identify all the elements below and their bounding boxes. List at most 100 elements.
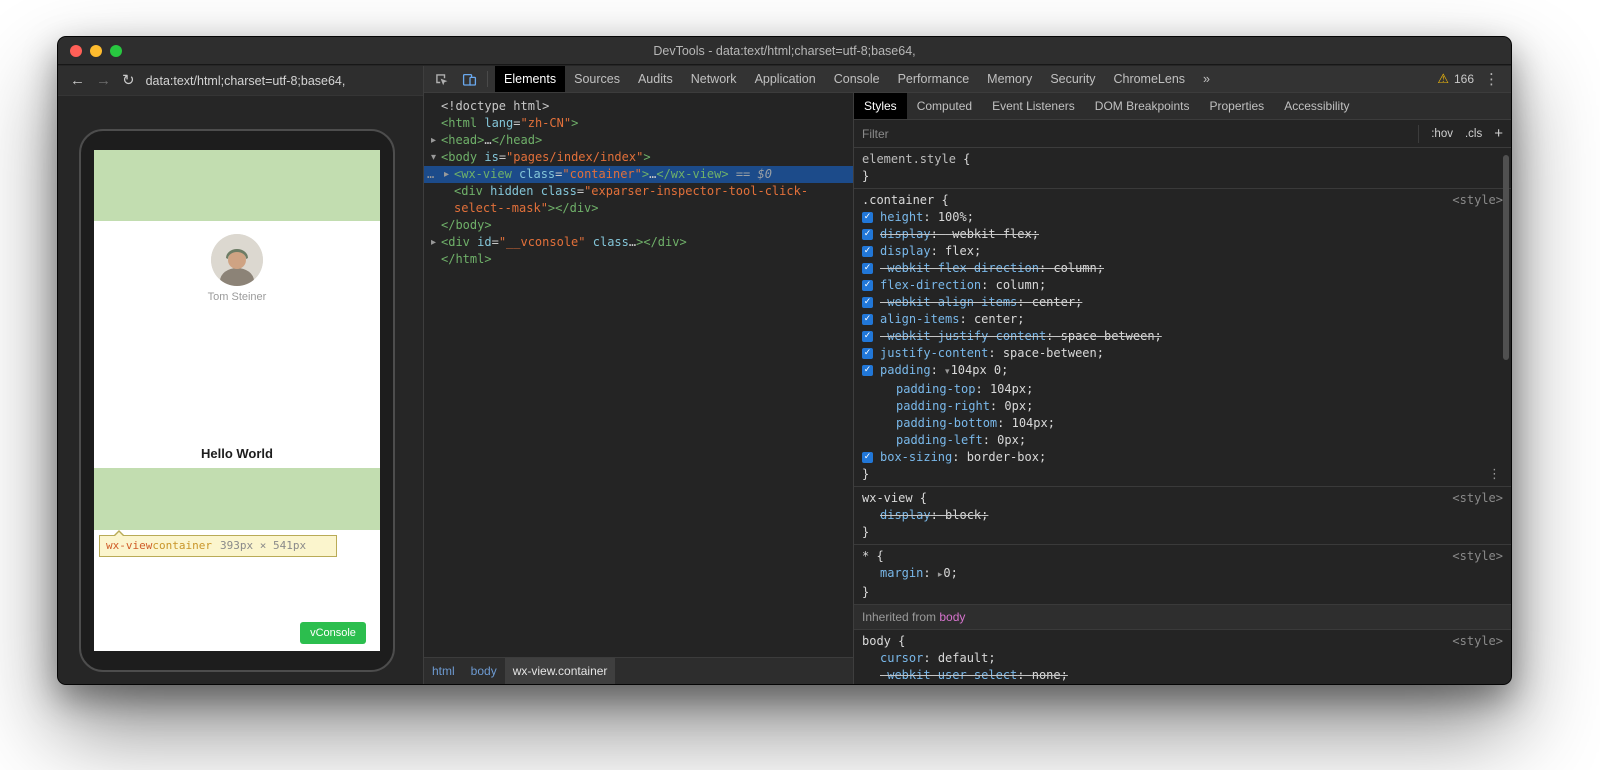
property-checkbox[interactable]: ✓ bbox=[862, 212, 873, 223]
dom-tree-node[interactable]: ▾<body is="pages/index/index"> bbox=[424, 149, 853, 166]
minimize-window-button[interactable] bbox=[90, 45, 102, 57]
style-origin-link[interactable]: <style> bbox=[1452, 634, 1503, 648]
dom-tree-node[interactable]: select--mask"></div> bbox=[424, 200, 853, 217]
property-checkbox[interactable]: ✓ bbox=[862, 229, 873, 240]
devtools-tab-chromelens[interactable]: ChromeLens bbox=[1104, 66, 1194, 92]
css-property[interactable]: ✓align-items: center; bbox=[854, 311, 1511, 328]
breadcrumb: htmlbodywx-view.container bbox=[424, 657, 853, 684]
css-property[interactable]: padding-bottom: 104px; bbox=[854, 415, 1511, 432]
tooltip-tag: wx-view bbox=[106, 539, 152, 552]
inspect-element-icon[interactable] bbox=[428, 66, 454, 93]
traffic-lights bbox=[70, 45, 122, 57]
element-classes-toggle[interactable]: .cls bbox=[1465, 128, 1482, 140]
css-property[interactable]: ✓box-sizing: border-box; bbox=[854, 449, 1511, 466]
dom-tree-node[interactable]: <html lang="zh-CN"> bbox=[424, 115, 853, 132]
devtools-tab-elements[interactable]: Elements bbox=[495, 66, 565, 92]
property-checkbox[interactable]: ✓ bbox=[862, 280, 873, 291]
dom-tree-node[interactable]: <!doctype html> bbox=[424, 98, 853, 115]
css-property[interactable]: ✓display: flex; bbox=[854, 243, 1511, 260]
styles-tab-event-listeners[interactable]: Event Listeners bbox=[982, 93, 1085, 119]
device-frame: Tom Steiner Hello World wx-viewcontainer… bbox=[79, 129, 395, 672]
devtools-tab-performance[interactable]: Performance bbox=[889, 66, 979, 92]
styles-filter-input[interactable]: Filter bbox=[862, 127, 1418, 141]
breadcrumb-item[interactable]: wx-view.container bbox=[505, 658, 616, 685]
style-rule: .container {<style>✓height: 100%;✓displa… bbox=[854, 189, 1511, 487]
styles-tab-computed[interactable]: Computed bbox=[907, 93, 982, 119]
css-property[interactable]: -webkit-user-select: none; bbox=[854, 667, 1511, 684]
close-window-button[interactable] bbox=[70, 45, 82, 57]
disclosure-arrow-icon[interactable]: ▸ bbox=[444, 166, 454, 183]
dom-tree-node[interactable]: </body> bbox=[424, 217, 853, 234]
dom-tree-node[interactable]: </html> bbox=[424, 251, 853, 268]
breadcrumb-item[interactable]: html bbox=[424, 658, 463, 685]
devtools-tab-audits[interactable]: Audits bbox=[629, 66, 682, 92]
css-property[interactable]: cursor: default; bbox=[854, 650, 1511, 667]
property-checkbox[interactable]: ✓ bbox=[862, 263, 873, 274]
devtools-tab-»[interactable]: » bbox=[1194, 66, 1219, 92]
css-property[interactable]: ✓-webkit-align-items: center; bbox=[854, 294, 1511, 311]
console-warning-badge[interactable]: ⚠ 166 bbox=[1437, 72, 1474, 87]
address-bar[interactable]: data:text/html;charset=utf-8;base64, bbox=[146, 74, 346, 88]
style-origin-link[interactable]: <style> bbox=[1452, 491, 1503, 505]
property-checkbox[interactable]: ✓ bbox=[862, 365, 873, 376]
css-property[interactable]: ✓-webkit-flex-direction: column; bbox=[854, 260, 1511, 277]
css-property[interactable]: padding-right: 0px; bbox=[854, 398, 1511, 415]
disclosure-arrow-icon[interactable]: ▾ bbox=[431, 149, 441, 166]
vconsole-button[interactable]: vConsole bbox=[300, 622, 366, 644]
styles-tab-accessibility[interactable]: Accessibility bbox=[1274, 93, 1359, 119]
devtools-tab-memory[interactable]: Memory bbox=[978, 66, 1041, 92]
back-icon[interactable]: ← bbox=[70, 66, 85, 96]
property-checkbox[interactable]: ✓ bbox=[862, 314, 873, 325]
css-property[interactable]: ✓padding: ▾104px 0; bbox=[854, 362, 1511, 381]
style-origin-link[interactable]: <style> bbox=[1452, 193, 1503, 207]
new-style-rule-icon[interactable]: + bbox=[1494, 125, 1503, 143]
devtools-tab-sources[interactable]: Sources bbox=[565, 66, 629, 92]
property-checkbox[interactable]: ✓ bbox=[862, 452, 873, 463]
property-checkbox[interactable]: ✓ bbox=[862, 348, 873, 359]
css-property[interactable]: padding-top: 104px; bbox=[854, 381, 1511, 398]
disclosure-arrow-icon[interactable]: ▸ bbox=[431, 234, 441, 251]
devtools-tab-security[interactable]: Security bbox=[1041, 66, 1104, 92]
disclosure-arrow-icon[interactable]: ▸ bbox=[431, 132, 441, 149]
inherited-from-header: Inherited from body bbox=[854, 605, 1511, 630]
devtools-window: DevTools - data:text/html;charset=utf-8;… bbox=[57, 36, 1512, 685]
dom-tree-node[interactable]: ▸<head>…</head> bbox=[424, 132, 853, 149]
dom-tree-node[interactable]: <div hidden class="exparser-inspector-to… bbox=[424, 183, 853, 200]
reload-icon[interactable]: ↻ bbox=[122, 66, 135, 96]
css-property[interactable]: display: block; bbox=[854, 507, 1511, 524]
devtools-tab-console[interactable]: Console bbox=[825, 66, 889, 92]
avatar bbox=[211, 234, 263, 286]
property-checkbox[interactable]: ✓ bbox=[862, 331, 873, 342]
property-checkbox[interactable]: ✓ bbox=[862, 246, 873, 257]
forward-icon[interactable]: → bbox=[96, 66, 111, 96]
css-property[interactable]: ✓height: 100%; bbox=[854, 209, 1511, 226]
devtools-tab-network[interactable]: Network bbox=[682, 66, 746, 92]
toolbar-divider bbox=[487, 71, 488, 87]
styles-tab-properties[interactable]: Properties bbox=[1199, 93, 1274, 119]
css-property[interactable]: margin: ▸0; bbox=[854, 565, 1511, 584]
css-property[interactable]: ✓display: -webkit-flex; bbox=[854, 226, 1511, 243]
css-property[interactable]: ✓flex-direction: column; bbox=[854, 277, 1511, 294]
pseudo-state-toggle[interactable]: :hov bbox=[1431, 128, 1453, 140]
rule-overflow-menu-icon[interactable]: ⋮ bbox=[1488, 467, 1501, 482]
devtools-tab-application[interactable]: Application bbox=[746, 66, 825, 92]
style-origin-link[interactable]: <style> bbox=[1452, 549, 1503, 563]
devtools-menu-icon[interactable]: ⋮ bbox=[1484, 70, 1499, 88]
css-property[interactable]: padding-left: 0px; bbox=[854, 432, 1511, 449]
property-checkbox[interactable]: ✓ bbox=[862, 297, 873, 308]
breadcrumb-item[interactable]: body bbox=[463, 658, 505, 685]
device-toolbar-icon[interactable] bbox=[456, 66, 482, 93]
styles-tab-styles[interactable]: Styles bbox=[854, 93, 907, 119]
css-property[interactable]: ✓justify-content: space-between; bbox=[854, 345, 1511, 362]
dom-tree-node[interactable]: ▸<div id="__vconsole" class…></div> bbox=[424, 234, 853, 251]
scrollbar-thumb[interactable] bbox=[1503, 155, 1509, 360]
element-highlight-tooltip: wx-viewcontainer393px × 541px bbox=[99, 535, 337, 557]
dom-tree-node[interactable]: …▸<wx-view class="container">…</wx-view>… bbox=[424, 166, 853, 183]
zoom-window-button[interactable] bbox=[110, 45, 122, 57]
css-property[interactable]: ✓-webkit-justify-content: space-between; bbox=[854, 328, 1511, 345]
styles-tab-dom-breakpoints[interactable]: DOM Breakpoints bbox=[1085, 93, 1200, 119]
padding-highlight-bottom bbox=[94, 468, 380, 530]
elements-tree: <!doctype html><html lang="zh-CN">▸<head… bbox=[424, 93, 853, 657]
devtools-tabs: ElementsSourcesAuditsNetworkApplicationC… bbox=[495, 66, 1219, 92]
inherited-node-link[interactable]: body bbox=[939, 610, 965, 624]
